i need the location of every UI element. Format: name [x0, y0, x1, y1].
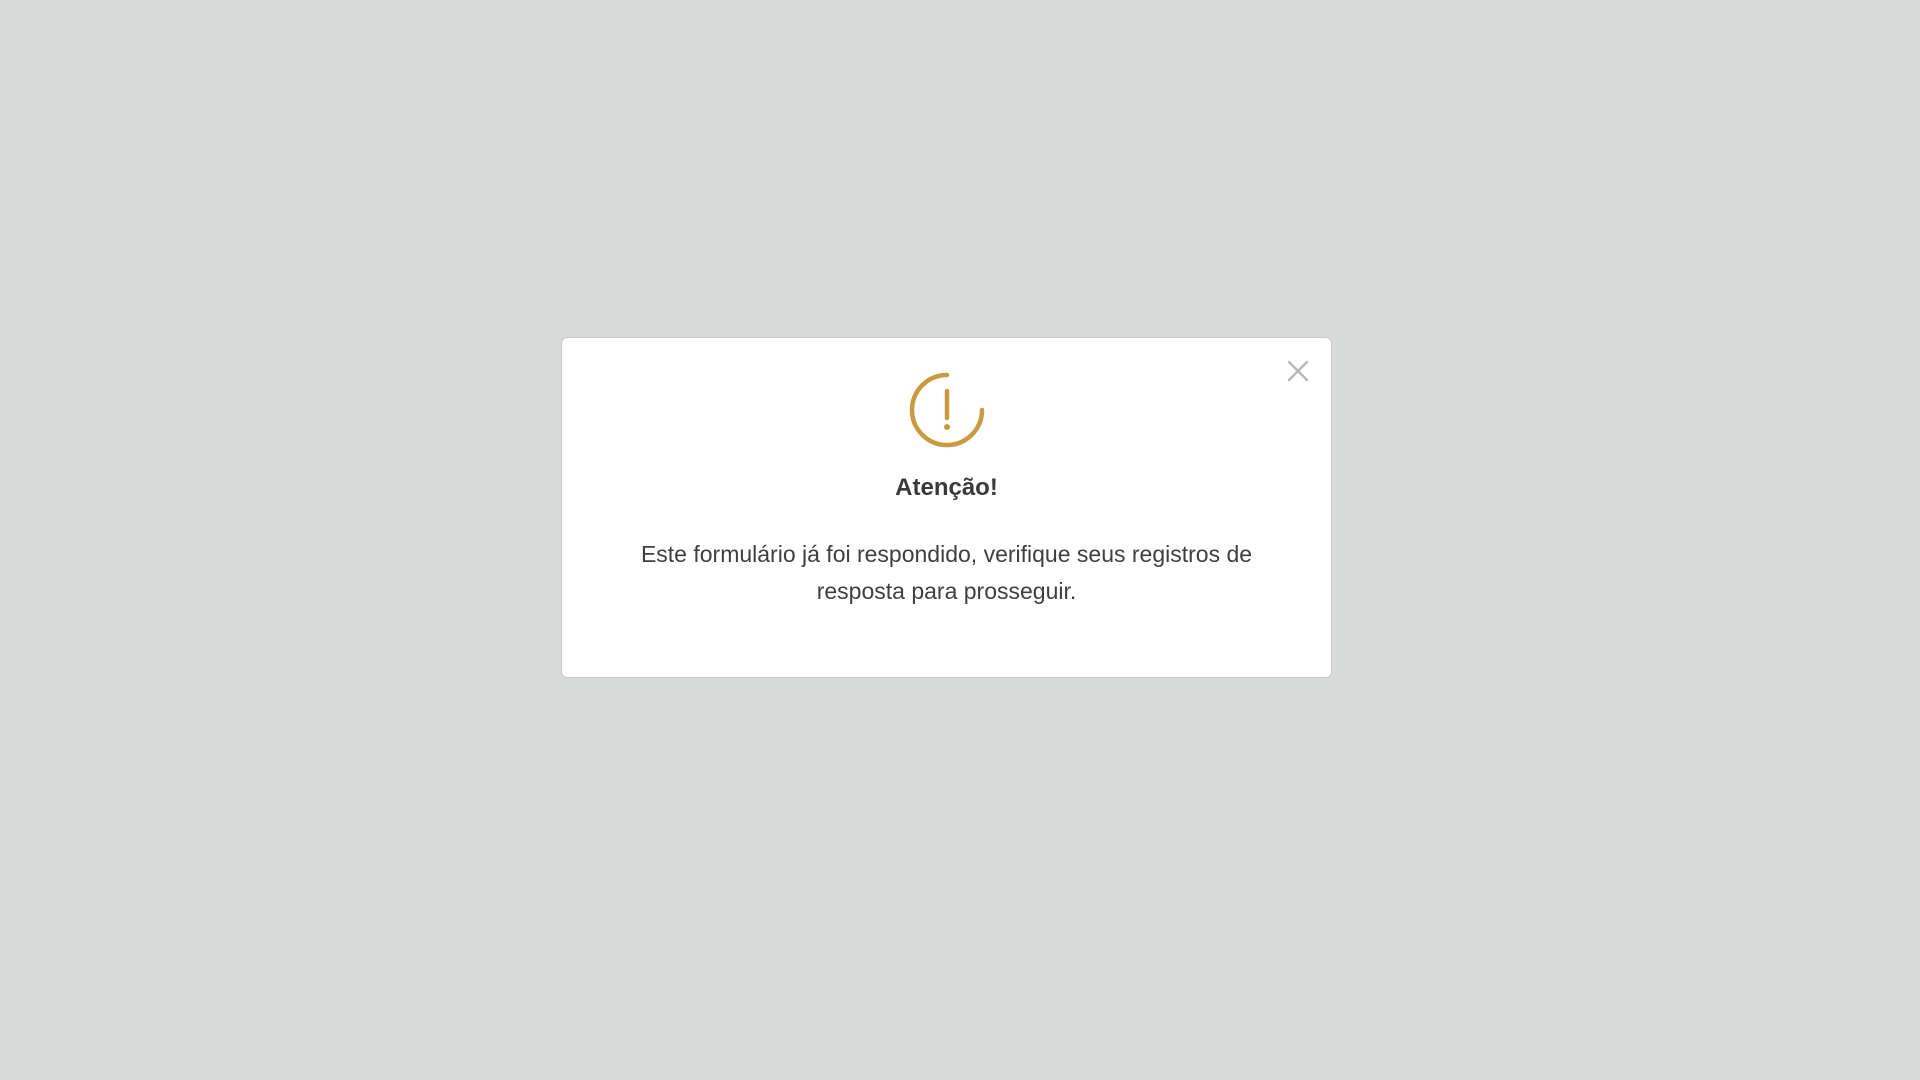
- alert-dialog: Atenção! Este formulário já foi respondi…: [561, 337, 1332, 678]
- dialog-title: Atenção!: [895, 474, 998, 501]
- warning-icon-container: [562, 371, 1331, 449]
- warning-exclamation-icon: [909, 372, 984, 448]
- dialog-message: Este formulário já foi respondido, verif…: [640, 541, 1253, 604]
